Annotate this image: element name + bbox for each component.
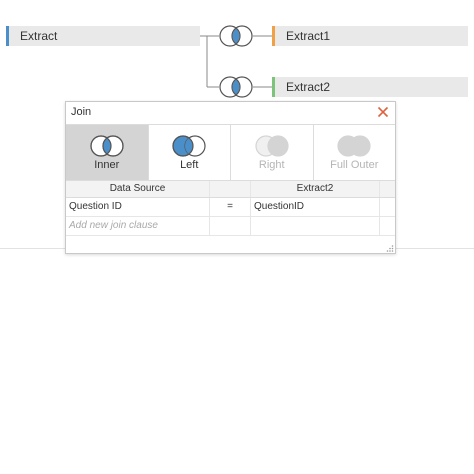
join-type-left[interactable]: Left: [149, 125, 231, 180]
clause-spacer: [380, 198, 395, 216]
join-icon-extract1[interactable]: [219, 25, 253, 47]
join-clause-grid: Data Source Extract2 Question ID = Quest…: [66, 181, 395, 236]
table-node-extract[interactable]: Extract: [6, 26, 200, 46]
join-type-full-outer[interactable]: Full Outer: [314, 125, 396, 180]
column-header-operator: [210, 181, 251, 197]
join-type-selector: Inner Left Right Full Outer: [66, 125, 395, 181]
join-type-inner[interactable]: Inner: [66, 125, 149, 180]
join-type-label: Left: [180, 159, 199, 171]
node-color-bar: [272, 77, 275, 97]
left-join-icon: [172, 135, 206, 157]
inner-join-icon: [90, 135, 124, 157]
clause-right-field[interactable]: QuestionID: [251, 198, 380, 216]
join-type-right[interactable]: Right: [231, 125, 314, 180]
node-color-bar: [272, 26, 275, 46]
add-join-clause[interactable]: Add new join clause: [66, 217, 210, 235]
column-header-left: Data Source: [66, 181, 210, 197]
join-type-label: Right: [258, 159, 285, 171]
column-header-right: Extract2: [251, 181, 380, 197]
join-clause-row[interactable]: Question ID = QuestionID: [66, 198, 395, 217]
dialog-header: Join: [66, 102, 395, 125]
join-dialog: Join Inner Left Right Full Outer Data So…: [65, 101, 396, 254]
table-node-extract2[interactable]: Extract2: [272, 77, 468, 97]
add-clause-row[interactable]: Add new join clause: [66, 217, 395, 236]
resize-grip-icon[interactable]: [386, 244, 394, 252]
join-icon-extract2[interactable]: [219, 76, 253, 98]
node-color-bar: [6, 26, 9, 46]
clause-operator[interactable]: =: [210, 198, 251, 216]
join-type-label: Full Outer: [330, 159, 379, 171]
table-node-extract1[interactable]: Extract1: [272, 26, 468, 46]
flow-canvas: Extract Extract1 Extract2 Join Inner Lef…: [0, 0, 474, 474]
close-icon[interactable]: [374, 103, 392, 121]
add-clause-right: [251, 217, 380, 235]
column-header-spacer: [380, 181, 395, 197]
table-node-label: Extract1: [286, 29, 331, 43]
dialog-title: Join: [71, 106, 92, 118]
add-clause-spacer: [380, 217, 395, 235]
join-type-label: Inner: [94, 159, 120, 171]
table-node-label: Extract: [20, 29, 58, 43]
right-join-icon: [255, 135, 289, 157]
clause-left-field[interactable]: Question ID: [66, 198, 210, 216]
grid-header-row: Data Source Extract2: [66, 181, 395, 198]
full-outer-join-icon: [337, 135, 371, 157]
add-clause-operator: [210, 217, 251, 235]
table-node-label: Extract2: [286, 80, 331, 94]
